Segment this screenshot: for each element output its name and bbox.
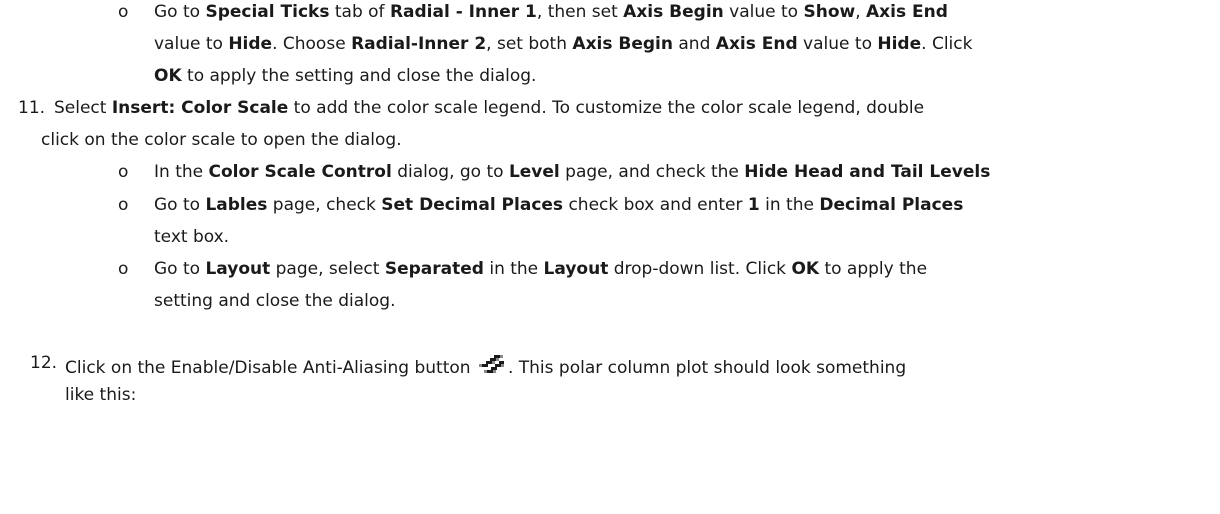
bullet-marker: o <box>118 259 129 279</box>
sub-step-text-line: OK to apply the setting and close the di… <box>154 66 537 86</box>
bullet-marker: o <box>118 162 129 182</box>
sub-step-text-line: Go to Special Ticks tab of Radial - Inne… <box>154 2 948 22</box>
step-text-line: Select Insert: Color Scale to add the co… <box>54 98 925 118</box>
anti-aliasing-icon[interactable] <box>477 351 507 379</box>
step-number: 11. <box>18 98 46 118</box>
sub-step-text-line: Go to Lables page, check Set Decimal Pla… <box>154 195 964 215</box>
sub-step-text-line: Go to Layout page, select Separated in t… <box>154 259 928 279</box>
bullet-marker: o <box>118 195 129 215</box>
bullet-marker: o <box>118 2 129 22</box>
sub-step-text-line: In the Color Scale Control dialog, go to… <box>154 162 991 182</box>
step-text-line: like this: <box>65 385 137 405</box>
step-text-line: click on the color scale to open the dia… <box>41 130 402 150</box>
step-text-line: Click on the Enable/Disable Anti-Aliasin… <box>65 351 906 378</box>
sub-step-text-line: setting and close the dialog. <box>154 291 396 311</box>
sub-step-text-line: text box. <box>154 227 230 247</box>
sub-step-text-line: value to Hide. Choose Radial-Inner 2, se… <box>154 34 973 54</box>
document-page: o Go to Special Ticks tab of Radial - In… <box>0 0 1220 514</box>
step-number: 12. <box>30 353 58 373</box>
